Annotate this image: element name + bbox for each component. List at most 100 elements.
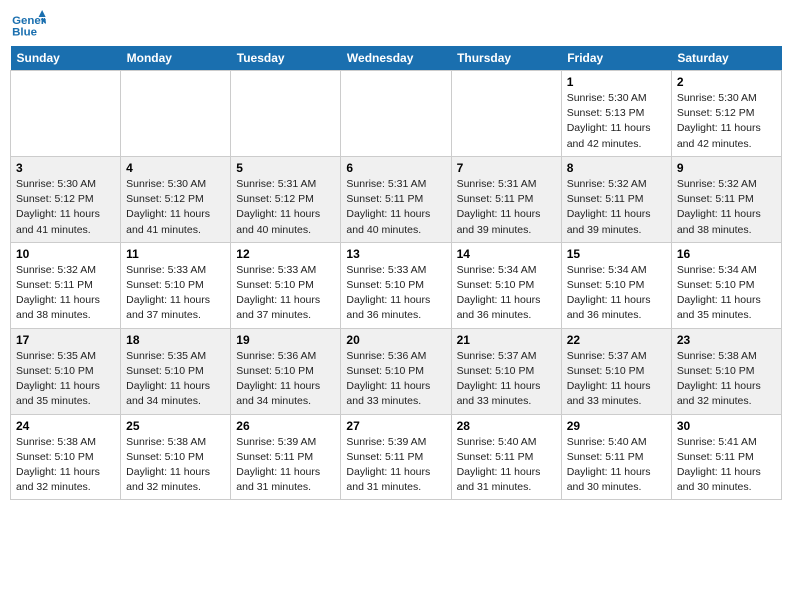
day-number: 3	[16, 161, 115, 175]
weekday-header-monday: Monday	[121, 46, 231, 71]
calendar-week-row: 17 Sunrise: 5:35 AM Sunset: 5:10 PM Dayli…	[11, 328, 782, 414]
calendar-day-cell: 3 Sunrise: 5:30 AM Sunset: 5:12 PM Daylig…	[11, 156, 121, 242]
calendar-day-cell: 26 Sunrise: 5:39 AM Sunset: 5:11 PM Dayli…	[231, 414, 341, 500]
weekday-header-tuesday: Tuesday	[231, 46, 341, 71]
calendar-day-cell: 21 Sunrise: 5:37 AM Sunset: 5:10 PM Dayli…	[451, 328, 561, 414]
day-number: 29	[567, 419, 666, 433]
day-number: 2	[677, 75, 776, 89]
day-info: Sunrise: 5:40 AM Sunset: 5:11 PM Dayligh…	[567, 435, 666, 496]
day-info: Sunrise: 5:38 AM Sunset: 5:10 PM Dayligh…	[126, 435, 225, 496]
calendar-week-row: 24Sunrise: 5:38 AM Sunset: 5:10 PM Dayli…	[11, 414, 782, 500]
calendar-empty-cell	[11, 71, 121, 157]
day-number: 5	[236, 161, 335, 175]
calendar-table: SundayMondayTuesdayWednesdayThursdayFrid…	[10, 46, 782, 500]
calendar-day-cell: 6 Sunrise: 5:31 AM Sunset: 5:11 PM Daylig…	[341, 156, 451, 242]
day-info: Sunrise: 5:37 AM Sunset: 5:10 PM Dayligh…	[567, 349, 666, 410]
calendar-empty-cell	[231, 71, 341, 157]
calendar-day-cell: 12 Sunrise: 5:33 AM Sunset: 5:10 PM Dayli…	[231, 242, 341, 328]
calendar-week-row: 3 Sunrise: 5:30 AM Sunset: 5:12 PM Daylig…	[11, 156, 782, 242]
calendar-day-cell: 13 Sunrise: 5:33 AM Sunset: 5:10 PM Dayli…	[341, 242, 451, 328]
day-number: 17	[16, 333, 115, 347]
day-number: 26	[236, 419, 335, 433]
weekday-header-sunday: Sunday	[11, 46, 121, 71]
weekday-header-friday: Friday	[561, 46, 671, 71]
day-info: Sunrise: 5:36 AM Sunset: 5:10 PM Dayligh…	[236, 349, 335, 410]
day-number: 12	[236, 247, 335, 261]
day-info: Sunrise: 5:34 AM Sunset: 5:10 PM Dayligh…	[677, 263, 776, 324]
day-info: Sunrise: 5:32 AM Sunset: 5:11 PM Dayligh…	[677, 177, 776, 238]
calendar-header: SundayMondayTuesdayWednesdayThursdayFrid…	[11, 46, 782, 71]
day-number: 19	[236, 333, 335, 347]
day-number: 23	[677, 333, 776, 347]
day-info: Sunrise: 5:34 AM Sunset: 5:10 PM Dayligh…	[567, 263, 666, 324]
calendar-empty-cell	[341, 71, 451, 157]
svg-text:Blue: Blue	[12, 27, 37, 39]
day-number: 8	[567, 161, 666, 175]
page-header: General Blue	[10, 10, 782, 40]
logo: General Blue	[10, 10, 50, 40]
calendar-day-cell: 27 Sunrise: 5:39 AM Sunset: 5:11 PM Dayli…	[341, 414, 451, 500]
day-info: Sunrise: 5:38 AM Sunset: 5:10 PM Dayligh…	[16, 435, 115, 496]
day-info: Sunrise: 5:38 AM Sunset: 5:10 PM Dayligh…	[677, 349, 776, 410]
day-info: Sunrise: 5:31 AM Sunset: 5:11 PM Dayligh…	[346, 177, 445, 238]
calendar-day-cell: 18 Sunrise: 5:35 AM Sunset: 5:10 PM Dayli…	[121, 328, 231, 414]
day-info: Sunrise: 5:34 AM Sunset: 5:10 PM Dayligh…	[457, 263, 556, 324]
day-number: 13	[346, 247, 445, 261]
calendar-empty-cell	[121, 71, 231, 157]
calendar-day-cell: 14 Sunrise: 5:34 AM Sunset: 5:10 PM Dayli…	[451, 242, 561, 328]
day-info: Sunrise: 5:36 AM Sunset: 5:10 PM Dayligh…	[346, 349, 445, 410]
calendar-day-cell: 28Sunrise: 5:40 AM Sunset: 5:11 PM Dayli…	[451, 414, 561, 500]
day-info: Sunrise: 5:39 AM Sunset: 5:11 PM Dayligh…	[346, 435, 445, 496]
day-info: Sunrise: 5:41 AM Sunset: 5:11 PM Dayligh…	[677, 435, 776, 496]
day-info: Sunrise: 5:39 AM Sunset: 5:11 PM Dayligh…	[236, 435, 335, 496]
calendar-day-cell: 5 Sunrise: 5:31 AM Sunset: 5:12 PM Daylig…	[231, 156, 341, 242]
calendar-day-cell: 25 Sunrise: 5:38 AM Sunset: 5:10 PM Dayli…	[121, 414, 231, 500]
day-number: 30	[677, 419, 776, 433]
day-info: Sunrise: 5:40 AM Sunset: 5:11 PM Dayligh…	[457, 435, 556, 496]
calendar-day-cell: 23 Sunrise: 5:38 AM Sunset: 5:10 PM Dayli…	[671, 328, 781, 414]
day-number: 6	[346, 161, 445, 175]
day-info: Sunrise: 5:30 AM Sunset: 5:12 PM Dayligh…	[16, 177, 115, 238]
day-number: 14	[457, 247, 556, 261]
calendar-body: 1Sunrise: 5:30 AM Sunset: 5:13 PM Daylig…	[11, 71, 782, 500]
day-info: Sunrise: 5:33 AM Sunset: 5:10 PM Dayligh…	[236, 263, 335, 324]
calendar-week-row: 10Sunrise: 5:32 AM Sunset: 5:11 PM Dayli…	[11, 242, 782, 328]
calendar-day-cell: 2 Sunrise: 5:30 AM Sunset: 5:12 PM Daylig…	[671, 71, 781, 157]
day-number: 21	[457, 333, 556, 347]
day-number: 25	[126, 419, 225, 433]
day-info: Sunrise: 5:31 AM Sunset: 5:12 PM Dayligh…	[236, 177, 335, 238]
calendar-day-cell: 22 Sunrise: 5:37 AM Sunset: 5:10 PM Dayli…	[561, 328, 671, 414]
calendar-empty-cell	[451, 71, 561, 157]
day-info: Sunrise: 5:33 AM Sunset: 5:10 PM Dayligh…	[346, 263, 445, 324]
day-info: Sunrise: 5:30 AM Sunset: 5:12 PM Dayligh…	[126, 177, 225, 238]
calendar-day-cell: 20 Sunrise: 5:36 AM Sunset: 5:10 PM Dayli…	[341, 328, 451, 414]
calendar-day-cell: 7Sunrise: 5:31 AM Sunset: 5:11 PM Daylig…	[451, 156, 561, 242]
day-number: 16	[677, 247, 776, 261]
day-number: 20	[346, 333, 445, 347]
calendar-day-cell: 15Sunrise: 5:34 AM Sunset: 5:10 PM Dayli…	[561, 242, 671, 328]
day-number: 18	[126, 333, 225, 347]
calendar-day-cell: 11Sunrise: 5:33 AM Sunset: 5:10 PM Dayli…	[121, 242, 231, 328]
calendar-day-cell: 19 Sunrise: 5:36 AM Sunset: 5:10 PM Dayli…	[231, 328, 341, 414]
calendar-day-cell: 9 Sunrise: 5:32 AM Sunset: 5:11 PM Daylig…	[671, 156, 781, 242]
day-info: Sunrise: 5:35 AM Sunset: 5:10 PM Dayligh…	[16, 349, 115, 410]
weekday-header-row: SundayMondayTuesdayWednesdayThursdayFrid…	[11, 46, 782, 71]
day-number: 4	[126, 161, 225, 175]
calendar-day-cell: 10Sunrise: 5:32 AM Sunset: 5:11 PM Dayli…	[11, 242, 121, 328]
day-info: Sunrise: 5:32 AM Sunset: 5:11 PM Dayligh…	[16, 263, 115, 324]
calendar-day-cell: 4 Sunrise: 5:30 AM Sunset: 5:12 PM Daylig…	[121, 156, 231, 242]
day-number: 9	[677, 161, 776, 175]
calendar-day-cell: 1Sunrise: 5:30 AM Sunset: 5:13 PM Daylig…	[561, 71, 671, 157]
day-info: Sunrise: 5:37 AM Sunset: 5:10 PM Dayligh…	[457, 349, 556, 410]
day-info: Sunrise: 5:30 AM Sunset: 5:12 PM Dayligh…	[677, 91, 776, 152]
day-info: Sunrise: 5:31 AM Sunset: 5:11 PM Dayligh…	[457, 177, 556, 238]
day-number: 11	[126, 247, 225, 261]
day-info: Sunrise: 5:35 AM Sunset: 5:10 PM Dayligh…	[126, 349, 225, 410]
weekday-header-thursday: Thursday	[451, 46, 561, 71]
calendar-week-row: 1Sunrise: 5:30 AM Sunset: 5:13 PM Daylig…	[11, 71, 782, 157]
day-info: Sunrise: 5:32 AM Sunset: 5:11 PM Dayligh…	[567, 177, 666, 238]
calendar-day-cell: 29 Sunrise: 5:40 AM Sunset: 5:11 PM Dayli…	[561, 414, 671, 500]
calendar-day-cell: 17 Sunrise: 5:35 AM Sunset: 5:10 PM Dayli…	[11, 328, 121, 414]
day-number: 22	[567, 333, 666, 347]
day-number: 27	[346, 419, 445, 433]
